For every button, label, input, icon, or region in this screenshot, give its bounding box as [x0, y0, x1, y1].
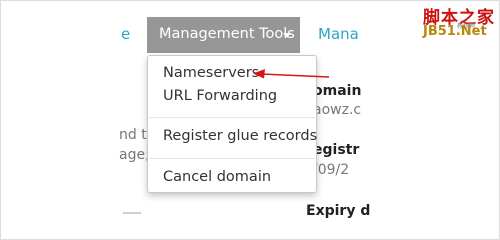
annotation-arrow-icon: [253, 69, 330, 79]
menu-divider: [149, 117, 315, 118]
menu-item-url-forwarding[interactable]: URL Forwarding: [163, 88, 277, 104]
expiry-heading: Expiry d: [306, 203, 371, 219]
page-frame: e Management Tools Mana nd th age; omain…: [0, 0, 500, 240]
management-tools-tab[interactable]: Management Tools: [147, 17, 300, 53]
menu-item-cancel-domain[interactable]: Cancel domain: [163, 169, 271, 185]
registration-date: /09/2: [313, 162, 350, 178]
divider-fragment: [123, 212, 141, 214]
watermark-logo: 脚本之家 教程网 JB51.Net: [419, 3, 499, 43]
menu-divider: [149, 158, 315, 159]
domain-heading: omain: [313, 83, 362, 99]
watermark-site-text: JB51.Net: [423, 24, 487, 39]
menu-item-register-glue-records[interactable]: Register glue records: [163, 128, 317, 144]
bg-text-left-2: age;: [119, 147, 150, 163]
tab-next[interactable]: Mana: [318, 25, 359, 43]
domain-value: aowz.c: [313, 102, 362, 118]
registration-heading: egistr: [313, 142, 360, 158]
management-tools-label: Management Tools: [159, 26, 295, 42]
tab-previous[interactable]: e: [121, 25, 130, 43]
menu-item-nameservers[interactable]: Nameservers: [163, 65, 259, 81]
caret-down-icon: [283, 33, 291, 38]
